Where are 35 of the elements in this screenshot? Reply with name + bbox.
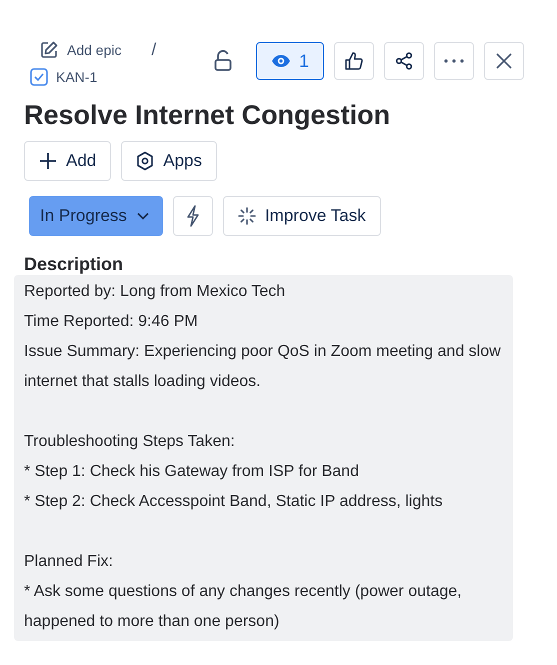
- issue-key-link[interactable]: KAN-1: [30, 68, 156, 86]
- add-button[interactable]: Add: [24, 141, 112, 181]
- description-text: Issue Summary: Experiencing poor QoS in Zoom meeting and slow internet that stalls loading videos.: [24, 342, 502, 392]
- lightning-icon: [186, 205, 200, 227]
- share-icon: [394, 51, 414, 71]
- description-text: * Step 2: Check Accesspoint Band, Static IP address, lights: [24, 492, 444, 512]
- plus-icon: [39, 152, 57, 170]
- chevron-down-icon: [136, 212, 149, 220]
- close-icon: [496, 53, 512, 69]
- thumbs-up-icon: [344, 51, 364, 71]
- more-icon: [444, 59, 464, 63]
- description-text: Time Reported: 9:46 PM: [24, 312, 199, 332]
- lock-icon[interactable]: [214, 50, 232, 72]
- apps-button[interactable]: Apps: [121, 141, 217, 181]
- share-button[interactable]: [384, 42, 424, 80]
- watch-button[interactable]: 1: [256, 42, 324, 80]
- eye-icon: [270, 54, 291, 68]
- improve-task-button[interactable]: Improve Task: [222, 196, 381, 236]
- add-epic-button[interactable]: Add epic: [39, 40, 122, 60]
- description-text: Troubleshooting Steps Taken:: [24, 432, 236, 452]
- edit-icon: [39, 40, 59, 60]
- description-text: * Step 1: Check his Gateway from ISP for Band: [24, 462, 360, 482]
- description-text: Planned Fix:: [24, 552, 114, 572]
- breadcrumb-separator: /: [151, 40, 156, 60]
- sparkle-icon: [238, 207, 256, 225]
- description-text: Reported by: Long from Mexico Tech: [24, 282, 286, 302]
- issue-title: Resolve Internet Congestion: [24, 100, 392, 131]
- status-dropdown[interactable]: In Progress: [29, 196, 163, 236]
- description-heading: Description: [24, 254, 124, 275]
- close-button[interactable]: [484, 42, 524, 80]
- like-button[interactable]: [334, 42, 374, 80]
- description-text: * Ask some questions of any changes recently (power outage, happened to more than one person): [24, 582, 463, 632]
- automation-button[interactable]: [172, 196, 213, 236]
- hexagon-icon: [136, 151, 154, 171]
- checkbox-icon: [30, 68, 48, 86]
